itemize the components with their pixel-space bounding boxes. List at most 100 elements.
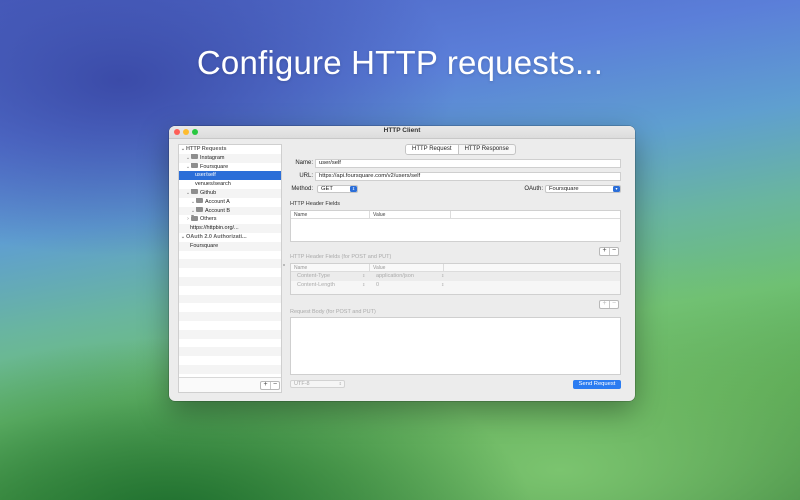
remove-post-header-button[interactable]: − bbox=[609, 300, 618, 308]
header-fields-table: Name Value bbox=[290, 210, 621, 242]
post-header-fields-table: Name Value Content-Type ⇕ application/json… bbox=[290, 263, 621, 295]
sidebar-item-label: Account B bbox=[205, 207, 231, 214]
sidebar-item-label: user/self bbox=[195, 172, 216, 179]
chevron-updown-icon[interactable]: ⇕ bbox=[362, 272, 365, 281]
sidebar-item-label: Account A bbox=[205, 198, 230, 205]
name-field[interactable]: user/self bbox=[315, 159, 621, 168]
table-header: Name Value bbox=[291, 264, 620, 272]
oauth-value: Foursquare bbox=[549, 186, 579, 192]
method-value: GET bbox=[321, 186, 333, 192]
sidebar-item-label: venues/search bbox=[195, 181, 231, 188]
sidebar-folder-item[interactable]: ⌄ Instagram bbox=[179, 153, 281, 163]
header-name-cell[interactable]: Content-Length bbox=[294, 281, 364, 290]
sidebar-empty-row bbox=[179, 251, 281, 260]
sidebar-empty-row bbox=[179, 329, 281, 339]
column-name[interactable]: Name bbox=[291, 211, 370, 218]
folder-icon bbox=[196, 197, 203, 204]
post-header-add-remove: + − bbox=[599, 300, 619, 309]
header-name-cell[interactable]: Content-Type bbox=[294, 272, 364, 281]
sidebar-folder-item[interactable]: › Others bbox=[179, 215, 281, 224]
sidebar-add-remove: + − bbox=[260, 381, 280, 390]
sidebar-empty-row bbox=[179, 321, 281, 330]
sidebar-request-item[interactable]: https://httpbin.org/... bbox=[179, 224, 281, 233]
sidebar-folder-item[interactable]: ⌄ Github bbox=[179, 188, 281, 198]
sidebar-item-label: Github bbox=[200, 189, 217, 196]
table-row[interactable]: Content-Type ⇕ application/json ⇕ bbox=[291, 272, 620, 281]
header-add-remove: + − bbox=[599, 247, 619, 256]
sidebar-empty-row bbox=[179, 294, 281, 304]
method-select[interactable]: GET ⇕ bbox=[317, 185, 358, 193]
title-bar[interactable]: HTTP Client bbox=[169, 126, 635, 139]
sidebar-folder-item[interactable]: ⌄ Account A bbox=[179, 197, 281, 207]
remove-request-button[interactable]: − bbox=[270, 381, 279, 389]
sidebar-item-label: Foursquare bbox=[190, 242, 219, 249]
request-body-title: Request Body (for POST and PUT) bbox=[290, 309, 376, 315]
window-title: HTTP Client bbox=[383, 127, 421, 134]
sidebar-request-item[interactable]: Foursquare bbox=[179, 241, 281, 251]
folder-icon bbox=[191, 153, 198, 160]
sidebar-empty-row bbox=[179, 347, 281, 357]
sidebar-empty-row bbox=[179, 259, 281, 269]
sidebar-empty-row bbox=[179, 356, 281, 365]
chevron-updown-icon[interactable]: ⇕ bbox=[441, 272, 444, 281]
sidebar-item-label: Foursquare bbox=[200, 163, 229, 170]
header-value-cell[interactable]: application/json bbox=[373, 272, 439, 281]
sidebar-empty-row bbox=[179, 268, 281, 277]
chevron-updown-icon: ⇕ bbox=[350, 186, 357, 192]
send-request-button[interactable]: Send Request bbox=[573, 380, 621, 389]
sidebar-empty-row bbox=[179, 339, 281, 348]
encoding-select[interactable]: UTF-8 ⇕ bbox=[290, 380, 345, 388]
oauth-label: OAuth: bbox=[524, 186, 543, 192]
chevron-updown-icon[interactable]: ⇕ bbox=[362, 281, 365, 290]
tab-http-response[interactable]: HTTP Response bbox=[457, 145, 515, 154]
add-header-button[interactable]: + bbox=[600, 247, 609, 255]
folder-icon bbox=[191, 162, 198, 169]
table-row[interactable]: Content-Length ⇕ 0 ⇕ bbox=[291, 281, 620, 290]
table-header: Name Value bbox=[291, 211, 620, 219]
column-value[interactable]: Value bbox=[370, 264, 444, 271]
sidebar-item-label: Instagram bbox=[200, 154, 225, 161]
hero-title: Configure HTTP requests... bbox=[196, 44, 604, 81]
request-editor: HTTP Request HTTP Response Name: user/se… bbox=[287, 144, 627, 396]
folder-icon bbox=[196, 206, 203, 213]
folder-icon bbox=[191, 215, 198, 221]
sidebar-item-label: HTTP Requests bbox=[186, 146, 227, 152]
column-value[interactable]: Value bbox=[370, 211, 451, 218]
chevron-down-icon: ▾ bbox=[613, 186, 620, 192]
method-label: Method: bbox=[291, 186, 313, 192]
sidebar-empty-row bbox=[179, 286, 281, 295]
add-request-button[interactable]: + bbox=[261, 381, 270, 389]
sidebar-empty-row bbox=[179, 364, 281, 374]
post-header-fields-title: HTTP Header Fields (for POST and PUT) bbox=[290, 254, 392, 260]
column-name[interactable]: Name bbox=[291, 264, 370, 271]
sidebar-empty-row bbox=[179, 312, 281, 321]
sidebar-empty-row bbox=[179, 276, 281, 286]
http-client-window: HTTP Client ⌄HTTP Requests ⌄ Instagram ⌄ Fou… bbox=[169, 126, 635, 401]
sidebar-item-label: Others bbox=[200, 216, 217, 223]
sidebar-item-label: OAuth 2.0 Authorizati... bbox=[186, 233, 247, 240]
post-header-rows: Content-Type ⇕ application/json ⇕ Content-Le… bbox=[291, 272, 620, 289]
sidebar-folder-item[interactable]: ⌄ Account B bbox=[179, 206, 281, 216]
sidebar-request-item[interactable]: user/self bbox=[179, 171, 281, 181]
chevron-updown-icon: ⇕ bbox=[338, 381, 342, 386]
tab-http-request[interactable]: HTTP Request bbox=[406, 145, 458, 154]
sidebar-section-header[interactable]: ⌄HTTP Requests bbox=[179, 145, 281, 154]
name-label: Name: bbox=[295, 160, 313, 166]
remove-header-button[interactable]: − bbox=[609, 247, 618, 255]
splitter-handle-icon bbox=[283, 264, 285, 266]
url-label: URL: bbox=[299, 173, 313, 179]
sidebar-section-header[interactable]: ⌄OAuth 2.0 Authorizati... bbox=[179, 233, 281, 242]
sidebar-item-label: https://httpbin.org/... bbox=[190, 225, 239, 232]
chevron-updown-icon[interactable]: ⇕ bbox=[441, 281, 444, 290]
oauth-select[interactable]: Foursquare ▾ bbox=[545, 185, 621, 193]
header-fields-title: HTTP Header Fields bbox=[290, 201, 341, 207]
url-field[interactable]: https://api.foursquare.com/v2/users/self bbox=[315, 172, 621, 181]
header-value-cell[interactable]: 0 bbox=[373, 281, 439, 290]
request-body-editor[interactable] bbox=[290, 317, 621, 375]
request-tree: ⌄HTTP Requests ⌄ Instagram ⌄ Foursquare user/… bbox=[179, 145, 281, 377]
sidebar-request-item[interactable]: venues/search bbox=[179, 180, 281, 189]
sidebar-folder-item[interactable]: ⌄ Foursquare bbox=[179, 162, 281, 172]
request-tabs: HTTP Request HTTP Response bbox=[405, 144, 516, 155]
add-post-header-button[interactable]: + bbox=[600, 300, 609, 308]
sidebar-footer: + − bbox=[179, 377, 281, 392]
